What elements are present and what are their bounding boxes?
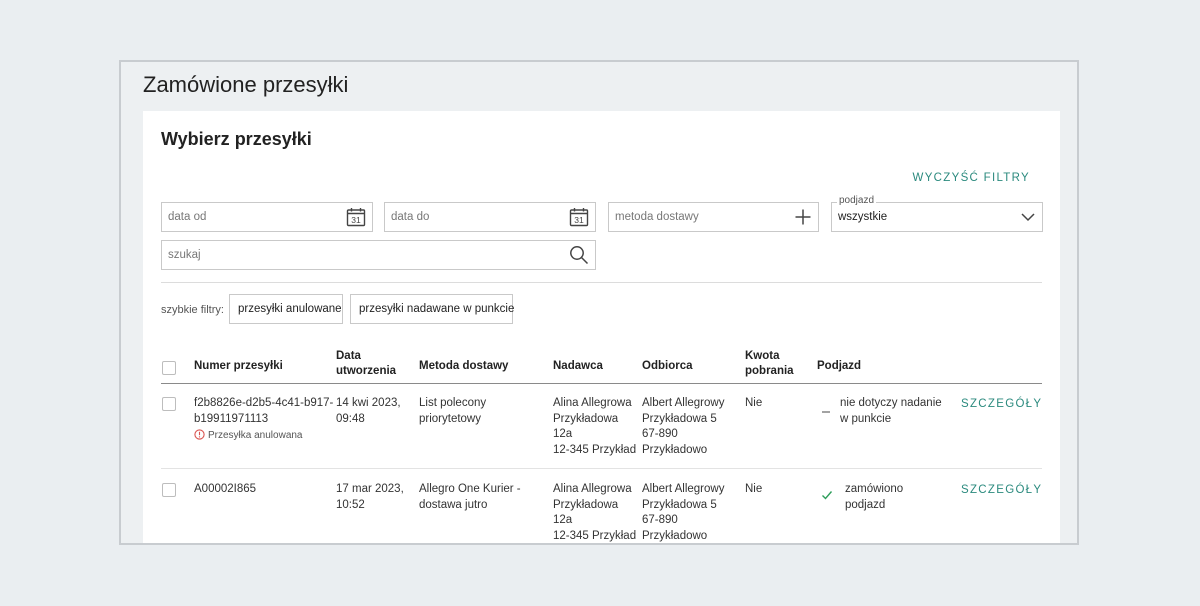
column-header-date[interactable]: Data utworzenia bbox=[336, 349, 396, 379]
recipient-name: Albert Allegrowy bbox=[642, 483, 725, 495]
quick-filter-sent-at-point[interactable]: przesyłki nadawane w punkcie bbox=[350, 294, 514, 324]
cod-value: Nie bbox=[745, 483, 763, 495]
created-date: 14 kwi 2023, 09:48 bbox=[336, 396, 401, 427]
row-divider bbox=[161, 468, 1042, 469]
pickup-select[interactable]: podjazd wszystkie bbox=[831, 195, 1043, 232]
app-frame: Zamówione przesyłki Wybierz przesyłki WY… bbox=[119, 60, 1079, 545]
details-link[interactable]: SZCZEGÓŁY bbox=[961, 398, 1042, 410]
details-link[interactable]: SZCZEGÓŁY bbox=[961, 484, 1042, 496]
recipient-postcode: 67-890 bbox=[642, 514, 678, 526]
check-icon bbox=[821, 488, 833, 506]
pickup-status-line2: w punkcie bbox=[840, 412, 892, 425]
header-divider bbox=[161, 383, 1042, 384]
delivery-method-line2: dostawa jutro bbox=[419, 498, 488, 511]
calendar-icon[interactable]: 31 bbox=[569, 207, 589, 232]
cancelled-warning-text: Przesyłka anulowana bbox=[208, 430, 303, 441]
column-header-date-line1: Data bbox=[336, 350, 361, 362]
recipient-address: Albert Allegrowy Przykładowa 5 67-890 Pr… bbox=[642, 396, 724, 458]
delivery-method-line2: priorytetowy bbox=[419, 412, 481, 425]
select-all-checkbox[interactable] bbox=[162, 361, 176, 375]
column-header-sender[interactable]: Nadawca bbox=[553, 359, 603, 374]
column-header-cod-line1: Kwota bbox=[745, 350, 780, 362]
warning-icon bbox=[194, 429, 205, 443]
sender-house: 12a bbox=[553, 428, 573, 440]
delivery-method: List polecony priorytetowy bbox=[419, 396, 486, 427]
row-checkbox[interactable] bbox=[162, 397, 176, 411]
plus-icon[interactable] bbox=[794, 208, 812, 231]
delivery-method-placeholder: metoda dostawy bbox=[615, 211, 699, 223]
created-date: 17 mar 2023, 10:52 bbox=[336, 482, 404, 513]
search-field[interactable]: szukaj bbox=[161, 240, 596, 270]
delivery-method-line1: Allegro One Kurier - bbox=[419, 483, 521, 495]
delivery-method: Allegro One Kurier - dostawa jutro bbox=[419, 482, 521, 513]
sender-city: 12-345 Przykład bbox=[553, 443, 637, 456]
column-header-method[interactable]: Metoda dostawy bbox=[419, 359, 508, 374]
recipient-postcode: 67-890 bbox=[642, 428, 678, 440]
clear-filters-link[interactable]: WYCZYŚĆ FILTRY bbox=[913, 172, 1030, 184]
date-to-placeholder: data do bbox=[391, 211, 430, 223]
pickup-status: nie dotyczy nadanie w punkcie bbox=[840, 396, 942, 427]
quick-filters-label: szybkie filtry: bbox=[161, 304, 224, 316]
filters-divider bbox=[161, 282, 1042, 283]
pickup-status: zamówiono podjazd bbox=[845, 482, 903, 513]
column-header-cod[interactable]: Kwota pobrania bbox=[745, 349, 794, 379]
shipment-number: f2b8826e-d2b5-4c41-b917- b19911971113 bbox=[194, 396, 333, 427]
pickup-legend: podjazd bbox=[837, 195, 877, 206]
row-checkbox[interactable] bbox=[162, 483, 176, 497]
pickup-status-line1: zamówiono bbox=[845, 483, 904, 495]
sender-name: Alina Allegrowa bbox=[553, 483, 632, 495]
svg-text:31: 31 bbox=[351, 215, 361, 225]
sender-address: Alina Allegrowa Przykładowa 12a 12-345 P… bbox=[553, 396, 636, 458]
delivery-method-line1: List polecony bbox=[419, 397, 487, 409]
page-title: Zamówione przesyłki bbox=[143, 72, 349, 97]
shipment-number: A00002I865 bbox=[194, 483, 257, 495]
created-date-line1: 14 kwi 2023, bbox=[336, 397, 401, 409]
chevron-down-icon bbox=[1020, 210, 1036, 229]
recipient-street: Przykładowa 5 bbox=[642, 498, 717, 511]
pickup-status-line1: nie dotyczy nadanie bbox=[840, 397, 942, 409]
quick-filter-cancelled[interactable]: przesyłki anulowane bbox=[229, 294, 343, 324]
date-to-field[interactable]: data do 31 bbox=[384, 202, 596, 232]
pickup-selected-value: wszystkie bbox=[838, 211, 888, 223]
created-date-line1: 17 mar 2023, bbox=[336, 483, 404, 495]
card-title: Wybierz przesyłki bbox=[161, 129, 312, 149]
search-placeholder: szukaj bbox=[168, 249, 201, 261]
created-time: 09:48 bbox=[336, 412, 365, 425]
column-header-date-line2: utworzenia bbox=[336, 365, 397, 377]
date-from-field[interactable]: data od 31 bbox=[161, 202, 373, 232]
sender-street: Przykładowa bbox=[553, 498, 619, 511]
delivery-method-field[interactable]: metoda dostawy bbox=[608, 202, 819, 232]
column-header-cod-line2: pobrania bbox=[745, 365, 794, 377]
cod-value: Nie bbox=[745, 397, 763, 409]
date-from-placeholder: data od bbox=[168, 211, 207, 223]
sender-address: Alina Allegrowa Przykładowa 12a 12-345 P… bbox=[553, 482, 637, 543]
recipient-city: Przykładowo bbox=[642, 529, 708, 542]
cancelled-warning: Przesyłka anulowana bbox=[194, 429, 303, 443]
sender-house: 12a bbox=[553, 514, 573, 526]
recipient-city: Przykładowo bbox=[642, 443, 708, 456]
calendar-icon[interactable]: 31 bbox=[346, 207, 366, 232]
search-icon[interactable] bbox=[569, 245, 589, 270]
sender-city: 12-345 Przykład bbox=[553, 529, 637, 542]
sender-name: Alina Allegrowa bbox=[553, 397, 632, 409]
shipment-number-line2: b19911971113 bbox=[194, 412, 269, 425]
column-header-pickup[interactable]: Podjazd bbox=[817, 359, 861, 374]
dash-icon bbox=[821, 401, 831, 419]
shipments-card: Wybierz przesyłki WYCZYŚĆ FILTRY data od… bbox=[143, 111, 1060, 543]
svg-text:31: 31 bbox=[574, 215, 584, 225]
column-header-recipient[interactable]: Odbiorca bbox=[642, 359, 692, 374]
recipient-name: Albert Allegrowy bbox=[642, 397, 725, 409]
sender-street: Przykładowa bbox=[553, 412, 619, 425]
recipient-street: Przykładowa 5 bbox=[642, 412, 717, 425]
pickup-status-line2: podjazd bbox=[845, 498, 886, 511]
recipient-address: Albert Allegrowy Przykładowa 5 67-890 Pr… bbox=[642, 482, 725, 543]
column-header-number[interactable]: Numer przesyłki bbox=[194, 359, 283, 374]
created-time: 10:52 bbox=[336, 498, 365, 511]
shipment-number-line1: f2b8826e-d2b5-4c41-b917- bbox=[194, 397, 334, 409]
